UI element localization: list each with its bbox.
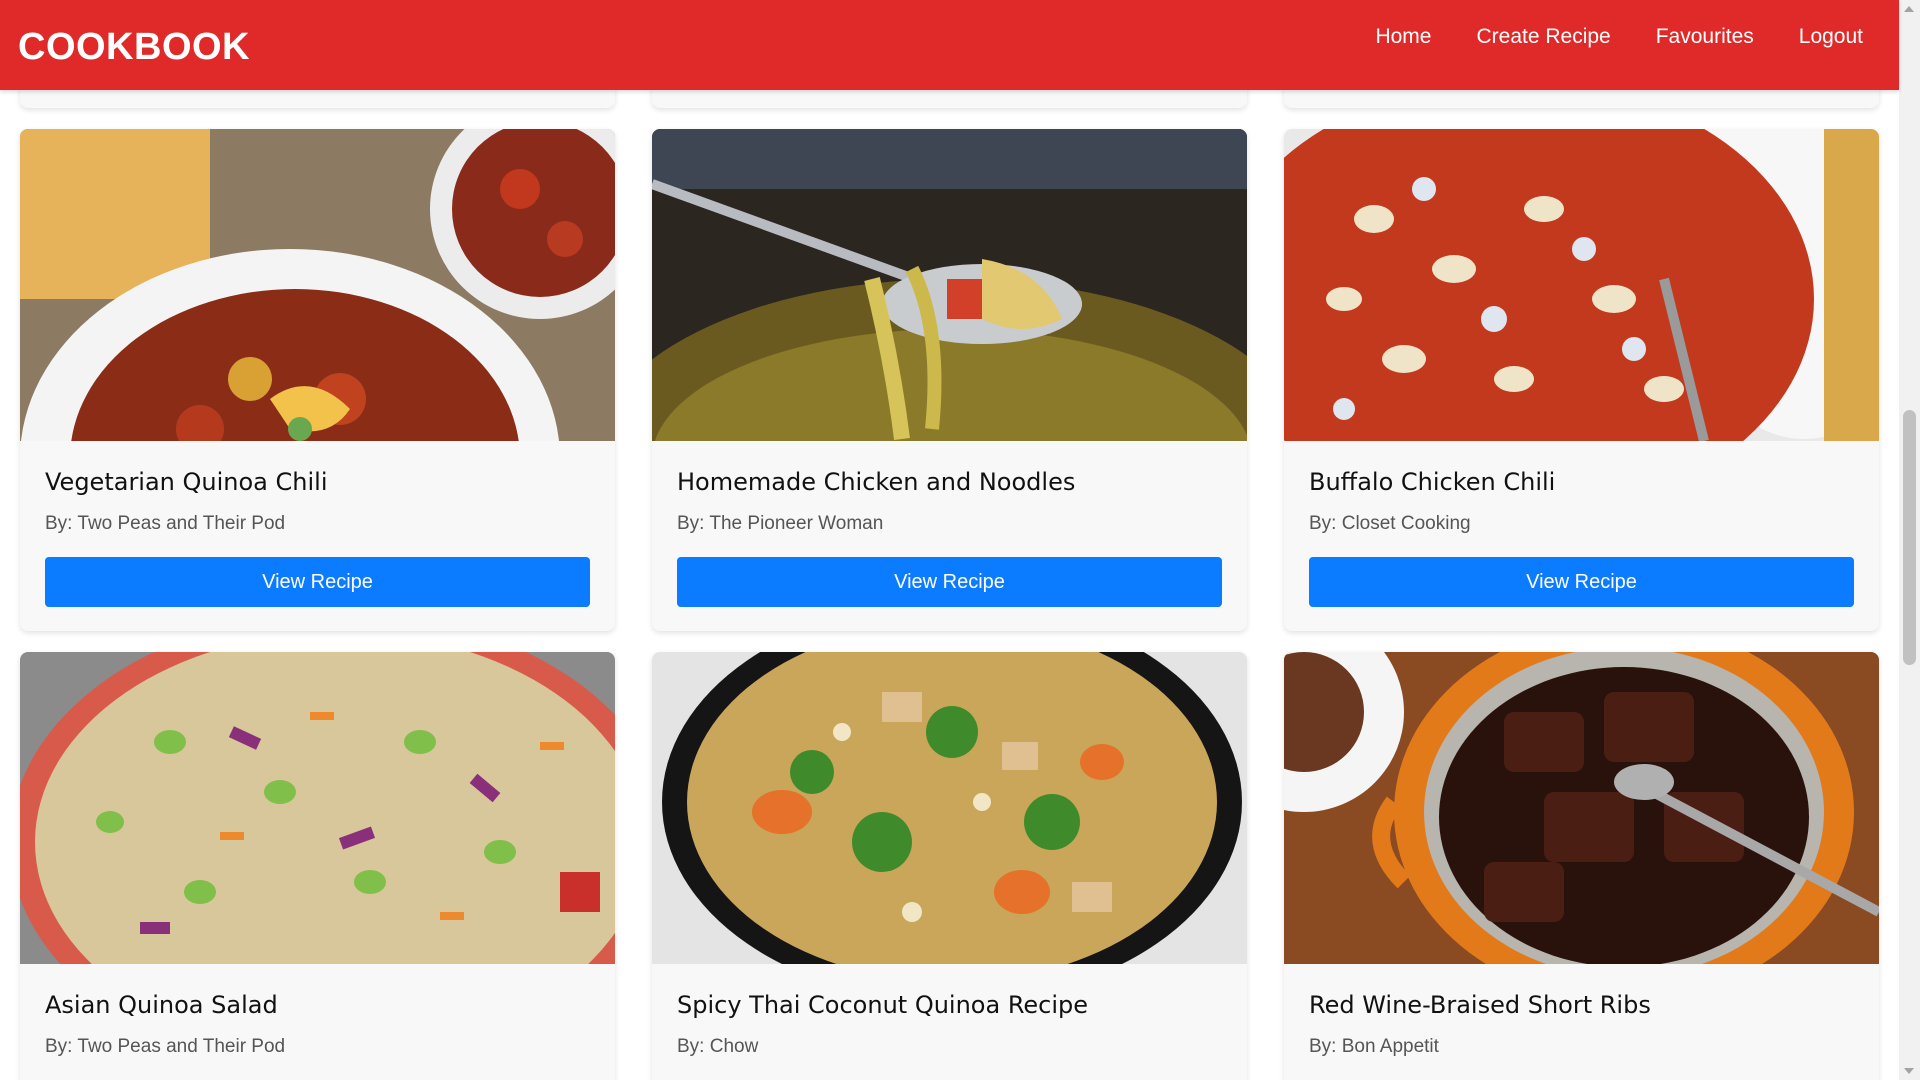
- recipe-card: Spicy Thai Coconut Quinoa Recipe By: Cho…: [652, 652, 1247, 1080]
- recipe-author: By: Two Peas and Their Pod: [45, 1036, 286, 1057]
- view-recipe-button[interactable]: View Recipe: [677, 557, 1222, 607]
- recipe-card: Red Wine-Braised Short Ribs By: Bon Appe…: [1284, 652, 1879, 1080]
- recipe-author: By: Closet Cooking: [1309, 513, 1471, 534]
- recipe-image-short-ribs: [1284, 652, 1879, 964]
- recipe-card: Buffalo Chicken Chili By: Closet Cooking…: [1284, 129, 1879, 631]
- recipe-title: Vegetarian Quinoa Chili: [45, 468, 328, 496]
- nav-home[interactable]: Home: [1375, 22, 1431, 52]
- nav-logout[interactable]: Logout: [1799, 22, 1863, 52]
- recipe-card: Vegetarian Quinoa Chili By: Two Peas and…: [20, 129, 615, 631]
- view-recipe-button[interactable]: View Recipe: [45, 557, 590, 607]
- recipe-author: By: Chow: [677, 1036, 759, 1057]
- nav-favourites[interactable]: Favourites: [1656, 22, 1754, 52]
- recipe-image-quinoa-salad: [20, 652, 615, 964]
- scroll-down-icon[interactable]: [1904, 1068, 1914, 1074]
- recipe-image-buffalo-chili: [1284, 129, 1879, 441]
- recipe-author: By: The Pioneer Woman: [677, 513, 884, 534]
- nav-links: Home Create Recipe Favourites Logout: [1375, 22, 1863, 52]
- recipe-author: By: Two Peas and Their Pod: [45, 513, 286, 534]
- vertical-scrollbar[interactable]: [1899, 0, 1920, 1080]
- recipe-title: Asian Quinoa Salad: [45, 991, 278, 1019]
- scroll-up-icon[interactable]: [1904, 6, 1914, 12]
- navbar: COOKBOOK Home Create Recipe Favourites L…: [0, 0, 1899, 90]
- recipe-card: Asian Quinoa Salad By: Two Peas and Thei…: [20, 652, 615, 1080]
- recipe-card: Homemade Chicken and Noodles By: The Pio…: [652, 129, 1247, 631]
- view-recipe-button[interactable]: View Recipe: [1309, 557, 1854, 607]
- recipe-image-noodles: [652, 129, 1247, 441]
- recipe-image-chili: [20, 129, 615, 441]
- scrollbar-thumb[interactable]: [1903, 410, 1916, 665]
- brand-logo[interactable]: COOKBOOK: [18, 26, 250, 68]
- recipe-title: Buffalo Chicken Chili: [1309, 468, 1556, 496]
- recipe-title: Spicy Thai Coconut Quinoa Recipe: [677, 991, 1089, 1019]
- recipe-title: Red Wine-Braised Short Ribs: [1309, 991, 1651, 1019]
- recipe-author: By: Bon Appetit: [1309, 1036, 1439, 1057]
- recipe-title: Homemade Chicken and Noodles: [677, 468, 1076, 496]
- recipe-image-thai-quinoa: [652, 652, 1247, 964]
- nav-create-recipe[interactable]: Create Recipe: [1476, 22, 1610, 52]
